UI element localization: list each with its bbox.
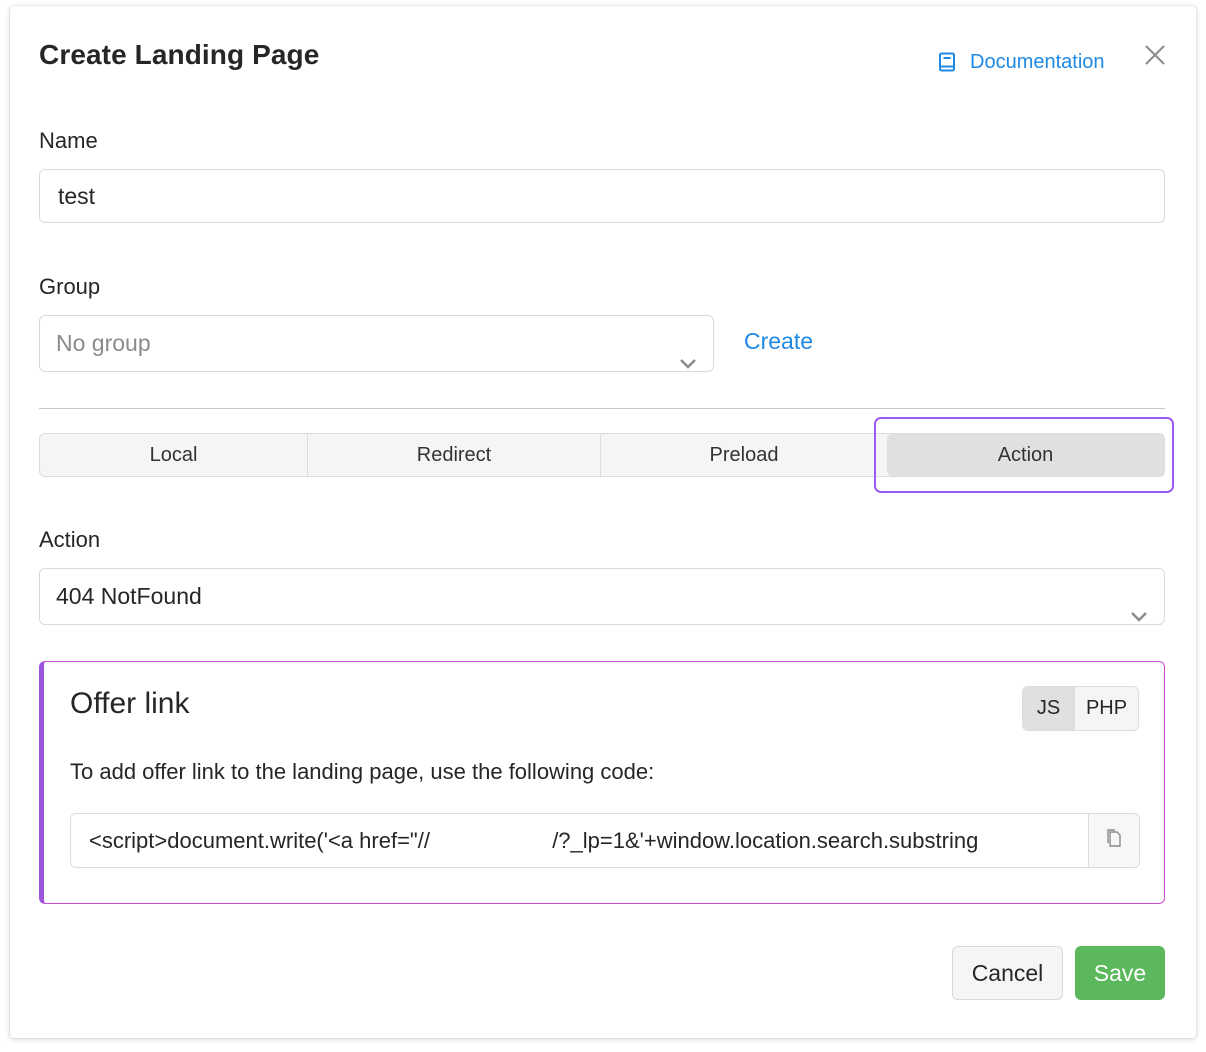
documentation-label: Documentation [970,50,1105,73]
chevron-down-icon [1130,588,1148,643]
group-label: Group [39,274,101,299]
close-icon [1144,44,1166,71]
copy-icon [1106,828,1122,853]
copy-button[interactable] [1088,814,1139,867]
create-landing-page-dialog: Create Landing Page Documentation Name t… [10,6,1196,1038]
tab-action[interactable]: Action [887,434,1164,476]
tab-preload[interactable]: Preload [600,434,887,476]
action-select[interactable]: 404 NotFound [39,568,1165,625]
offer-link-title: Offer link [70,687,190,720]
create-group-link[interactable]: Create [744,328,813,355]
landing-type-tabs: Local Redirect Preload Action [39,433,1165,477]
lang-js-button[interactable]: JS [1023,687,1074,730]
tab-redirect[interactable]: Redirect [307,434,600,476]
offer-link-description: To add offer link to the landing page, u… [70,759,655,784]
chevron-down-icon [679,335,697,390]
save-button[interactable]: Save [1075,946,1165,1000]
group-select[interactable]: No group [39,315,714,372]
name-label: Name [39,128,98,153]
divider [39,408,1165,409]
language-toggle: JS PHP [1022,686,1139,731]
book-icon [938,52,956,72]
close-button[interactable] [1141,43,1169,71]
lang-php-button[interactable]: PHP [1074,687,1138,730]
offer-code-field[interactable]: <script>document.write('<a href="// /?_l… [70,813,1140,868]
documentation-link[interactable]: Documentation [938,48,1105,76]
action-label: Action [39,527,101,552]
name-input[interactable]: test [39,169,1165,223]
tab-local[interactable]: Local [40,434,307,476]
offer-code-text[interactable]: <script>document.write('<a href="// /?_l… [89,814,1079,867]
action-select-value: 404 NotFound [56,583,202,609]
cancel-button[interactable]: Cancel [952,946,1063,1000]
offer-link-panel: Offer link JS PHP To add offer link to t… [39,661,1165,904]
group-select-value: No group [56,330,151,356]
dialog-title: Create Landing Page [39,39,320,70]
